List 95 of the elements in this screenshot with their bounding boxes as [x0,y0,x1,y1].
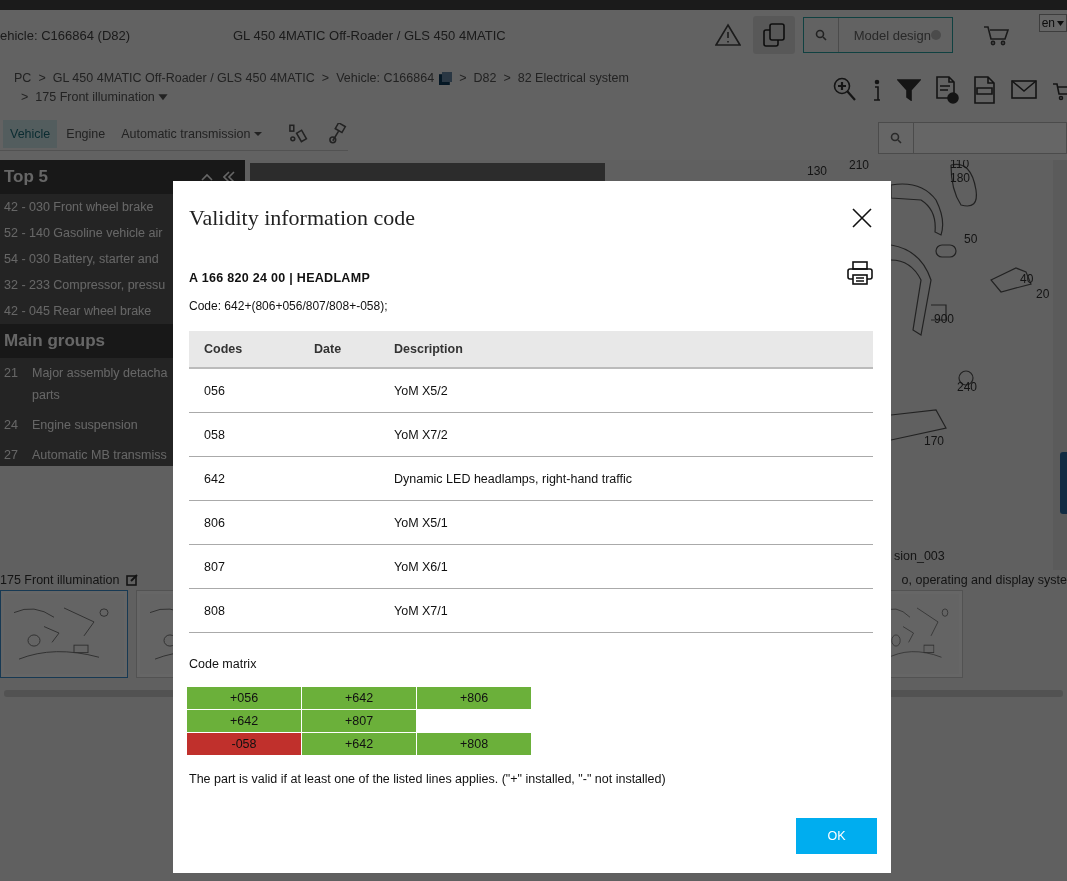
breadcrumb-separator: > [503,71,511,85]
table-cell: 058 [189,412,305,457]
search-icon [814,29,827,41]
table-cell: YoM X5/1 [385,500,873,545]
group-number: 21 [4,365,19,382]
cart-icon[interactable] [982,24,1009,46]
zoom-slider-handle[interactable] [1060,452,1067,514]
group-number: 27 [4,447,19,464]
callout-number: 20 [1036,287,1050,301]
mail-icon[interactable] [1011,79,1039,101]
matrix-cell: +806 [417,687,532,710]
table-cell: YoM X6/1 [385,544,873,589]
matrix-cell: +642 [187,710,302,733]
copy-icon [761,22,786,48]
code-expression: Code: 642+(806+056/807/808+-058); [189,299,389,315]
panel-title: Top 5 [4,167,49,187]
column-header: Description [385,331,873,368]
breadcrumb-separator: > [459,71,467,85]
table-cell: 056 [189,368,305,413]
dialog-title: Validity information code [189,205,416,231]
callout-number: 180 [950,171,971,185]
collapse-icon[interactable] [223,171,235,183]
breadcrumb-link[interactable]: D82 [473,71,497,85]
callout-number: 240 [957,380,978,394]
breadcrumb-link[interactable]: GL 450 4MATIC Off-Roader / GLS 450 4MATIC [52,71,315,85]
sidebar-item[interactable]: Engine suspension [32,414,138,436]
edit-icon[interactable] [125,574,138,586]
sidebar-item[interactable]: 42 - 045 Rear wheel brake [4,304,152,318]
column-header: Date [305,331,385,368]
info-icon[interactable] [871,78,883,102]
vehicle-label: ehicle: C166864 (D82) [0,27,132,43]
matrix-cell: +642 [302,733,417,756]
sidebar-item[interactable]: 54 - 030 Battery, starter and [4,252,159,266]
sidebar-item[interactable]: 42 - 030 Front wheel brake [4,200,154,214]
callout-number: 40 [1020,272,1034,286]
breadcrumb-link[interactable]: 82 Electrical system [517,71,629,85]
filter-icon[interactable] [897,79,921,101]
tab[interactable]: Engine [59,120,113,148]
bolt-icon[interactable] [326,123,348,145]
table-cell: 642 [189,456,305,501]
callout-number: 170 [924,434,945,448]
diagram-caption: sion_003 [894,549,945,563]
breadcrumb-link[interactable]: PC [14,71,32,85]
column-header: Codes [189,331,305,368]
breadcrumb-separator: > [38,71,46,85]
matrix-cell: +056 [187,687,302,710]
warning-icon[interactable] [714,23,741,47]
sidebar-item[interactable]: 32 - 233 Compressor, pressu [4,278,166,292]
table-cell: YoM X7/1 [385,588,873,633]
breadcrumb-separator: > [21,90,29,104]
copy-button[interactable] [752,16,795,54]
caret-icon [1057,20,1064,26]
search-icon [890,132,902,144]
callout-number: 110 [950,160,970,171]
matrix-cell: +807 [302,710,417,733]
tab[interactable]: Automatic transmission [114,120,270,148]
breadcrumb-link[interactable]: 175 Front illumination [35,90,155,104]
matrix-cell: +808 [417,733,532,756]
document-icon[interactable] [973,76,997,104]
callout-number: 900 [934,312,955,326]
table-cell: YoM X7/2 [385,412,873,457]
zoom-in-icon[interactable] [833,77,857,103]
panel-title: Main groups [4,331,106,351]
model-label: GL 450 4MATIC Off-Roader / GLS 450 4MATIC [233,27,506,43]
table-cell: 807 [189,544,305,589]
callout-number: 50 [964,232,978,246]
part-number: A 166 820 24 00 | HEADLAMP [189,271,371,285]
diagram-title: o, operating and display syste [901,573,1067,587]
table-cell: Dynamic LED headlamps, right-hand traffic [385,456,873,501]
search-field[interactable]: Model design [802,17,953,53]
ok-button[interactable]: OK [796,818,877,854]
sidebar-item[interactable]: Major assembly detacha parts [32,362,168,406]
breadcrumb-link[interactable]: Vehicle: C166864 [336,71,435,85]
document-icon[interactable] [935,76,959,104]
close-icon[interactable] [851,207,873,229]
copy-icon[interactable] [439,71,453,85]
note-text: The part is valid if at least one of the listed lines applies. ("+" installed, "-" not installed) [189,772,667,786]
callout-number: 210 [849,160,870,172]
diagram-title: 175 Front illumination [0,573,120,587]
table-cell: 806 [189,500,305,545]
search-field[interactable] [878,122,1067,154]
table-cell: 808 [189,588,305,633]
matrix-cell: -058 [187,733,302,756]
language-select[interactable]: en [1038,14,1067,32]
tab[interactable]: Vehicle [3,120,58,148]
parts-icon[interactable] [287,123,309,145]
sidebar-item[interactable]: Automatic MB transmiss [32,444,167,466]
matrix-cell: +642 [302,687,417,710]
sidebar-item[interactable]: 52 - 140 Gasoline vehicle air [4,226,163,240]
group-number: 24 [4,417,19,434]
table-cell: YoM X5/2 [385,368,873,413]
callout-number: 130 [807,164,828,178]
section-title: Code matrix [189,657,258,671]
print-icon[interactable] [847,261,873,285]
breadcrumb-separator: > [321,71,330,85]
